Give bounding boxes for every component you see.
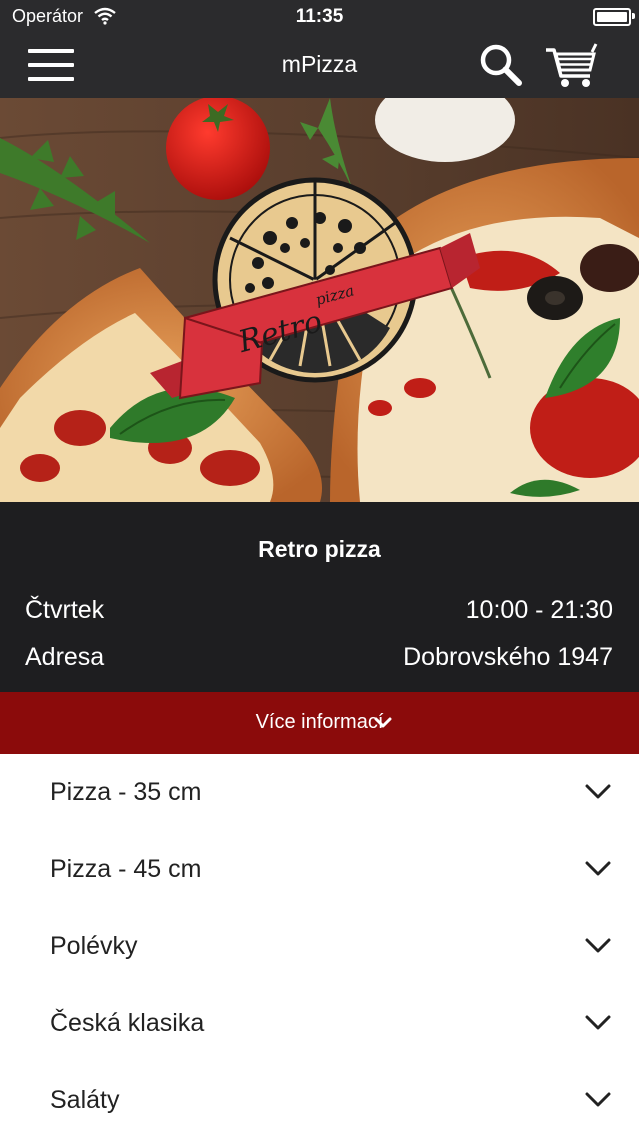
category-label: Pizza - 35 cm: [50, 778, 202, 806]
more-info-button[interactable]: Více informací: [0, 692, 639, 754]
restaurant-info: Retro pizza Čtvrtek 10:00 - 21:30 Adresa…: [0, 502, 639, 692]
category-item[interactable]: Pizza - 35 cm: [0, 754, 639, 831]
pizza-photo: Retro pizza: [0, 98, 639, 502]
top-bar: Operátor 11:35 mPizza: [0, 0, 639, 98]
category-item[interactable]: Česká klasika: [0, 985, 639, 1062]
cart-icon[interactable]: [544, 42, 600, 92]
address-value: Dobrovského 1947: [403, 643, 613, 671]
chevron-down-icon: [585, 1092, 611, 1107]
category-item[interactable]: Pizza - 45 cm: [0, 831, 639, 908]
status-bar: Operátor 11:35: [0, 0, 639, 34]
category-label: Česká klasika: [50, 1009, 205, 1037]
category-label: Polévky: [50, 932, 138, 960]
search-icon[interactable]: [478, 42, 524, 88]
navigation-bar: mPizza: [0, 34, 639, 98]
clock: 11:35: [295, 6, 344, 27]
category-item[interactable]: Polévky: [0, 908, 639, 985]
hours-label: Čtvrtek: [25, 596, 105, 624]
category-item[interactable]: Saláty: [0, 1062, 639, 1136]
hero-image: Retro pizza: [0, 98, 639, 502]
chevron-down-icon: [374, 717, 392, 728]
battery-icon: [593, 8, 635, 26]
more-info-label: Více informací: [255, 711, 384, 733]
hours-value: 10:00 - 21:30: [465, 596, 613, 624]
chevron-down-icon: [585, 861, 611, 876]
address-label: Adresa: [25, 643, 105, 671]
chevron-down-icon: [585, 1015, 611, 1030]
category-label: Saláty: [50, 1086, 120, 1114]
restaurant-name: Retro pizza: [258, 536, 381, 562]
chevron-down-icon: [585, 784, 611, 799]
chevron-down-icon: [585, 938, 611, 953]
category-label: Pizza - 45 cm: [50, 855, 202, 883]
